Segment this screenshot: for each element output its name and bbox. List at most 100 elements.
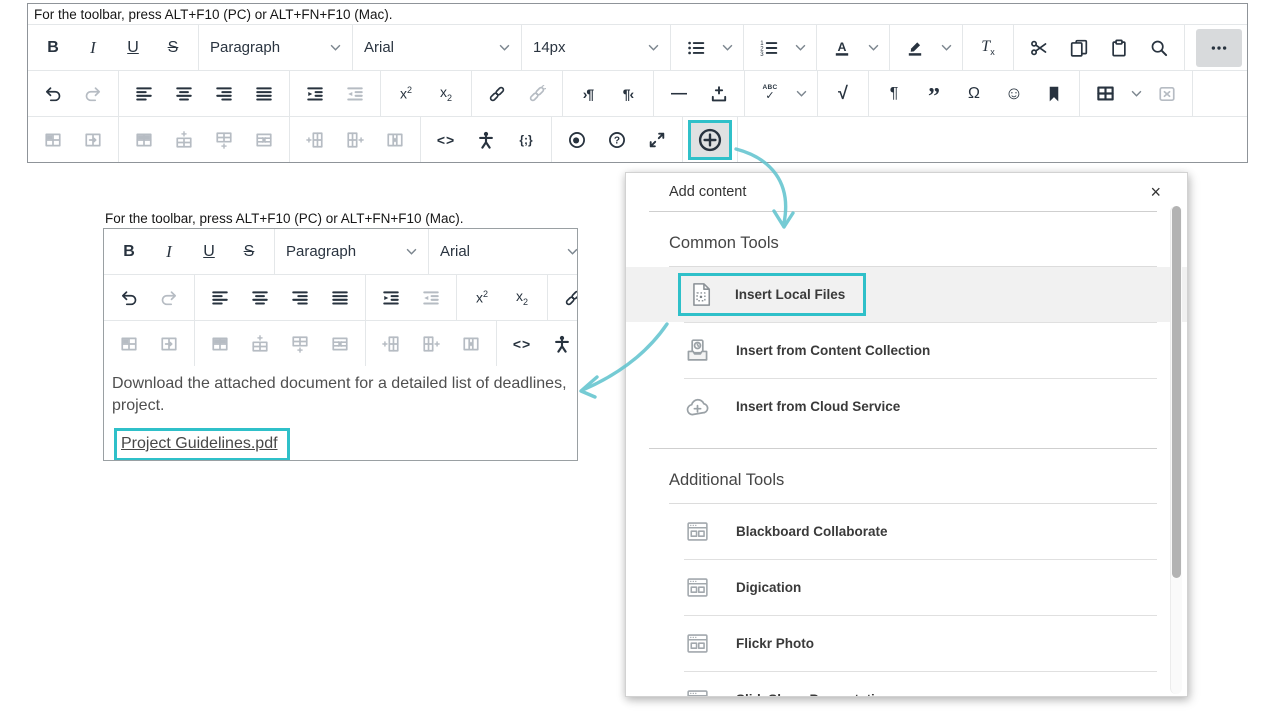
fullscreen-button[interactable] [637,121,677,159]
insert-column-before-button[interactable] [371,325,411,363]
bullet-list-menu[interactable] [716,29,738,67]
preview-button[interactable] [557,121,597,159]
superscript-button[interactable]: x2 [386,75,426,113]
align-left-button[interactable] [124,75,164,113]
math-editor-button[interactable]: √ [823,75,863,113]
align-right-button[interactable] [204,75,244,113]
outdent-button[interactable] [335,75,375,113]
align-left-button[interactable] [200,279,240,317]
insert-column-before-button[interactable] [295,121,335,159]
remove-link-button[interactable] [517,75,557,113]
insert-column-after-button[interactable] [335,121,375,159]
delete-table-button[interactable] [1147,75,1187,113]
merge-cells-button[interactable] [73,121,113,159]
source-code-button[interactable]: <> [426,121,466,159]
delete-column-button[interactable] [451,325,491,363]
font-family-select[interactable]: Arial [434,233,578,271]
background-color-menu[interactable] [935,29,957,67]
panel-item-insert-from-content-collection[interactable]: Insert from Content Collection [626,323,1187,378]
undo-button[interactable] [109,279,149,317]
merge-cells-button[interactable] [149,325,189,363]
source-code-button[interactable]: <> [502,325,542,363]
panel-item-insert-local-files[interactable]: Insert Local Files [626,267,1187,322]
panel-item-slideshare-presentation[interactable]: SlideShare Presentation [626,672,1187,697]
align-justify-button[interactable] [244,75,284,113]
horizontal-rule-button[interactable]: — [659,75,699,113]
cell-properties-button[interactable] [109,325,149,363]
row-properties-button[interactable] [124,121,164,159]
align-center-button[interactable] [240,279,280,317]
panel-scrollbar[interactable] [1170,206,1182,694]
paste-button[interactable] [1099,29,1139,67]
rtl-button[interactable]: ¶‹ [608,75,648,113]
cut-button[interactable] [1019,29,1059,67]
insert-row-above-button[interactable] [164,121,204,159]
numbered-list-button[interactable]: 123 [749,29,789,67]
insert-row-below-button[interactable] [280,325,320,363]
insert-row-below-button[interactable] [204,121,244,159]
panel-item-digication[interactable]: Digication [626,560,1187,615]
redo-button[interactable] [73,75,113,113]
close-icon[interactable]: × [1148,181,1163,203]
help-button[interactable]: ? [597,121,637,159]
text-color-menu[interactable] [862,29,884,67]
panel-item-blackboard-collaborate[interactable]: Blackboard Collaborate [626,504,1187,559]
accessibility-checker-button[interactable] [466,121,506,159]
ltr-button[interactable]: ›¶ [568,75,608,113]
delete-row-button[interactable] [244,121,284,159]
numbered-list-menu[interactable] [789,29,811,67]
insert-table-button[interactable] [1085,75,1125,113]
editor-body[interactable]: Download the attached document for a det… [104,366,577,461]
more-toolbar-button[interactable] [1196,29,1242,67]
insert-link-button[interactable] [553,279,578,317]
undo-button[interactable] [33,75,73,113]
accessibility-checker-button[interactable] [542,325,578,363]
anchor-button[interactable] [1034,75,1074,113]
bullet-list-button[interactable] [676,29,716,67]
panel-item-flickr-photo[interactable]: Flickr Photo [626,616,1187,671]
subscript-button[interactable]: x2 [426,75,466,113]
superscript-button[interactable]: x2 [462,279,502,317]
underline-button[interactable]: U [113,29,153,67]
delete-row-button[interactable] [320,325,360,363]
italic-button[interactable]: I [73,29,113,67]
blockquote-button[interactable]: ” [914,75,954,113]
search-button[interactable] [1139,29,1179,67]
bold-button[interactable]: B [33,29,73,67]
bold-button[interactable]: B [109,233,149,271]
add-content-button[interactable] [688,120,732,160]
cell-properties-button[interactable] [33,121,73,159]
align-justify-button[interactable] [320,279,360,317]
italic-button[interactable]: I [149,233,189,271]
strikethrough-button[interactable]: S [229,233,269,271]
special-character-button[interactable]: Ω [954,75,994,113]
clear-formatting-button[interactable]: Tx [968,29,1008,67]
font-family-select[interactable]: Arial [358,29,516,67]
page-break-button[interactable] [699,75,739,113]
text-color-button[interactable]: A [822,29,862,67]
panel-item-insert-from-cloud-service[interactable]: Insert from Cloud Service [626,379,1187,434]
insert-row-above-button[interactable] [240,325,280,363]
align-right-button[interactable] [280,279,320,317]
strikethrough-button[interactable]: S [153,29,193,67]
indent-button[interactable] [371,279,411,317]
attachment-link[interactable]: Project Guidelines.pdf [121,435,278,452]
scrollbar-thumb[interactable] [1172,206,1181,578]
row-properties-button[interactable] [200,325,240,363]
subscript-button[interactable]: x2 [502,279,542,317]
paragraph-marks-button[interactable]: ¶ [874,75,914,113]
align-center-button[interactable] [164,75,204,113]
paragraph-style-select[interactable]: Paragraph [204,29,347,67]
insert-link-button[interactable] [477,75,517,113]
insert-table-menu[interactable] [1125,75,1147,113]
delete-column-button[interactable] [375,121,415,159]
background-color-button[interactable] [895,29,935,67]
indent-button[interactable] [295,75,335,113]
outdent-button[interactable] [411,279,451,317]
emoticon-button[interactable]: ☺ [994,75,1034,113]
spellcheck-button[interactable]: ABC✓ [750,75,790,113]
underline-button[interactable]: U [189,233,229,271]
copy-button[interactable] [1059,29,1099,67]
font-size-select[interactable]: 14px [527,29,665,67]
code-sample-button[interactable]: {;} [506,121,546,159]
